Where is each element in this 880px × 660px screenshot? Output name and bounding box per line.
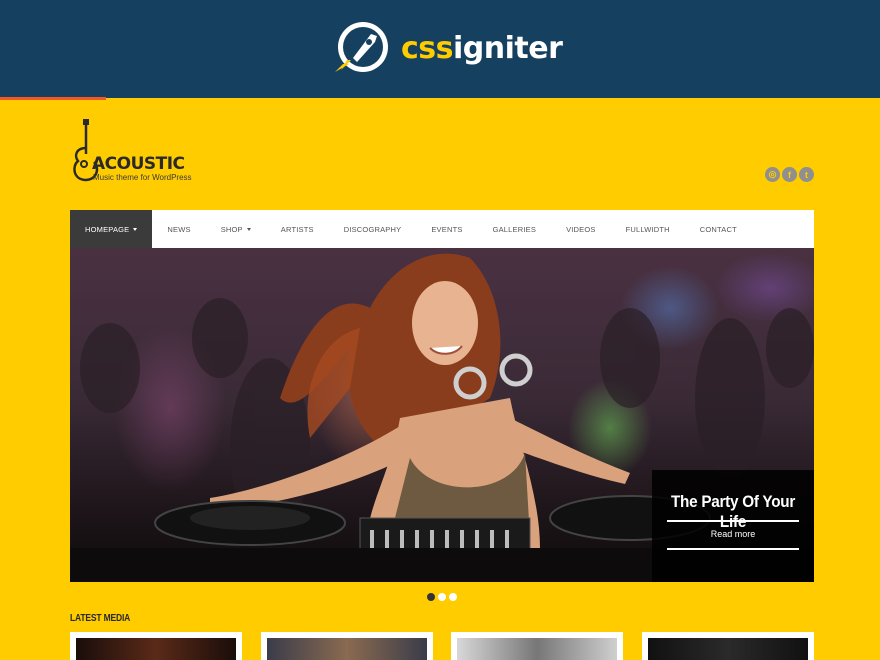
brand-prefix: css <box>401 30 454 66</box>
media-thumbnail <box>267 638 427 660</box>
nav-item-label: ARTISTS <box>280 224 314 234</box>
banner-accent-line <box>0 97 106 100</box>
main-navigation: HOMEPAGE NEWS SHOP ARTISTS DISCOGRAPHY E… <box>70 210 814 248</box>
cssigniter-brand[interactable]: cssigniter <box>331 20 563 76</box>
nav-item-contact[interactable]: CONTACT <box>685 210 752 248</box>
brand-suffix: igniter <box>453 30 563 66</box>
media-card[interactable] <box>70 632 242 660</box>
nav-item-label: VIDEOS <box>566 224 596 234</box>
slider-pagination <box>427 593 457 601</box>
media-thumbnail <box>648 638 808 660</box>
nav-item-events[interactable]: EVENTS <box>416 210 477 248</box>
dribbble-icon[interactable]: ◎ <box>765 167 780 182</box>
nav-item-label: EVENTS <box>431 224 463 234</box>
brand-name: cssigniter <box>401 30 563 66</box>
social-links: ◎ f t <box>765 167 814 182</box>
twitter-icon[interactable]: t <box>799 167 814 182</box>
chevron-down-icon <box>246 227 251 231</box>
media-thumbnail <box>457 638 617 660</box>
nav-item-fullwidth[interactable]: FULLWIDTH <box>611 210 685 248</box>
hero-slider[interactable]: The Party Of Your Life Read more <box>70 248 814 582</box>
nav-item-label: HOMEPAGE <box>85 224 130 234</box>
nav-item-shop[interactable]: SHOP <box>206 210 266 248</box>
nav-item-label: FULLWIDTH <box>625 224 670 234</box>
media-card[interactable] <box>261 632 433 660</box>
nav-item-news[interactable]: NEWS <box>152 210 205 248</box>
nav-item-videos[interactable]: VIDEOS <box>551 210 611 248</box>
caption-divider <box>667 548 799 550</box>
media-thumbnail <box>76 638 236 660</box>
slide-caption: The Party Of Your Life Read more <box>652 470 814 582</box>
slider-dot[interactable] <box>449 593 457 601</box>
nav-item-label: SHOP <box>220 224 243 234</box>
media-card[interactable] <box>642 632 814 660</box>
nav-item-label: CONTACT <box>699 224 737 234</box>
slider-dot[interactable] <box>438 593 446 601</box>
nav-item-label: GALLERIES <box>492 224 537 234</box>
top-banner: cssigniter <box>0 0 880 98</box>
chevron-down-icon <box>133 227 138 231</box>
rocket-icon <box>335 22 388 72</box>
nav-item-homepage[interactable]: HOMEPAGE <box>70 210 153 248</box>
nav-item-galleries[interactable]: GALLERIES <box>478 210 552 248</box>
slider-dot[interactable] <box>427 593 435 601</box>
caption-title: The Party Of Your Life <box>670 492 796 531</box>
media-card[interactable] <box>451 632 623 660</box>
site-tagline: Music theme for WordPress <box>93 173 192 182</box>
site-logo[interactable]: ACOUSTIC Music theme for WordPress <box>70 118 210 184</box>
facebook-icon[interactable]: f <box>782 167 797 182</box>
latest-media-title: LATEST MEDIA <box>70 613 131 624</box>
nav-item-artists[interactable]: ARTISTS <box>266 210 329 248</box>
read-more-link[interactable]: Read more <box>652 529 814 539</box>
caption-divider <box>667 520 799 522</box>
nav-item-discography[interactable]: DISCOGRAPHY <box>329 210 417 248</box>
nav-item-label: NEWS <box>167 224 191 234</box>
site-name: ACOUSTIC <box>92 154 185 174</box>
nav-item-label: DISCOGRAPHY <box>343 224 402 234</box>
